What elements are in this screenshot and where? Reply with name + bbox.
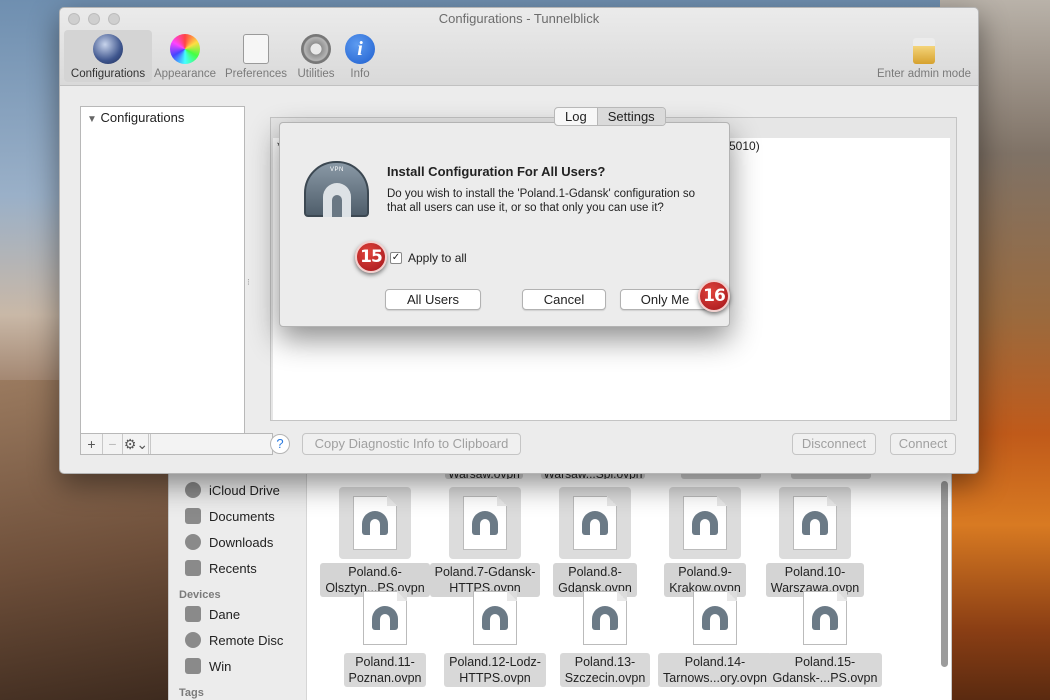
configurations-list[interactable]: ▼ Configurations [80,106,245,436]
dialog-message: Do you wish to install the 'Poland.1-Gda… [387,188,696,214]
tunnelblick-vpn-icon: VPN [304,161,369,217]
file-item[interactable]: Poland.6- Olsztyn...PS.ovpn [315,487,435,597]
window-title: Configurations - Tunnelblick [438,11,600,26]
file-item[interactable]: Poland.11- Poznan.ovpn [325,587,445,687]
log-text-end: 5010) [729,139,760,153]
light-switch-icon [243,34,269,64]
admin-mode-button[interactable]: Enter admin mode [872,30,976,82]
vpn-file-icon [793,496,837,550]
globe-icon [93,34,123,64]
toolbar-configurations[interactable]: Configurations [64,30,152,82]
vpn-file-icon [353,496,397,550]
file-item[interactable]: Poland.15- Gdansk-...PS.ovpn [765,587,885,687]
remove-button[interactable]: − [103,434,123,454]
list-actions-bar: + − ⚙⌄ [80,433,273,455]
file-item[interactable]: Poland.8- Gdansk.ovpn [535,487,655,597]
split-handle[interactable]: ⁝ [247,277,251,287]
tab-log[interactable]: Log [555,108,597,125]
file-item[interactable]: Poland.13- Szczecin.ovpn [545,587,665,687]
configurations-folder[interactable]: ▼ Configurations [81,107,244,128]
step-badge-15: 15 [355,241,387,273]
toolbar-preferences[interactable]: Preferences [222,30,290,82]
download-icon [185,534,201,550]
only-me-button[interactable]: Only Me [620,289,710,310]
disk-icon [185,658,201,674]
help-button[interactable]: ? [270,434,290,454]
tab-settings[interactable]: Settings [596,108,665,125]
toolbar-utilities[interactable]: Utilities [294,30,338,82]
finder-file-grid: Warsaw.ovpn Warsaw...Spl.ovpn Poland.6- O… [315,471,937,700]
cloud-icon [185,482,201,498]
color-wheel-icon [170,34,200,64]
vpn-file-icon [463,496,507,550]
toolbar-appearance[interactable]: Appearance [152,30,218,82]
gear-icon: ⚙⌄ [124,434,150,454]
file-item[interactable]: Poland.12-Lodz- HTTPS.ovpn [435,587,555,687]
vpn-file-icon [693,591,737,645]
finder-scrollbar[interactable] [941,481,948,667]
finder-sidebar: iCloud Drive Documents Downloads Recents… [169,471,307,700]
recents-icon [185,560,201,576]
disc-icon [185,632,201,648]
lock-icon [913,38,935,64]
install-configuration-dialog: VPN Install Configuration For All Users?… [279,122,730,327]
file-item[interactable]: Poland.7-Gdansk- HTTPS.ovpn [425,487,545,597]
all-users-button[interactable]: All Users [385,289,481,310]
file-item[interactable]: Poland.14- Tarnows...ory.ovpn [655,587,775,687]
apply-to-all-checkbox[interactable]: ✓ Apply to all [390,251,467,265]
file-item[interactable]: Poland.10- Warszawa.ovpn [755,487,875,597]
finder-device-win[interactable]: Win [169,653,306,679]
connect-button[interactable]: Connect [890,433,956,455]
apply-to-all-label: Apply to all [408,251,467,265]
disconnect-button[interactable]: Disconnect [792,433,876,455]
vpn-file-icon [573,496,617,550]
finder-device-remote-disc[interactable]: Remote Disc [169,627,306,653]
step-badge-16: 16 [698,280,730,312]
toolbar-info[interactable]: i Info [342,30,378,82]
window-titlebar: Configurations - Tunnelblick Configurati… [60,8,978,86]
devices-header: Devices [179,589,221,601]
checkbox-check-icon[interactable]: ✓ [390,252,402,264]
gear-icon [301,34,331,64]
vpn-file-icon [683,496,727,550]
dialog-title: Install Configuration For All Users? [387,164,606,179]
tags-header: Tags [179,687,204,699]
info-icon: i [345,34,375,64]
finder-item-downloads[interactable]: Downloads [169,529,306,555]
bottom-bar: ? Copy Diagnostic Info to Clipboard Disc… [270,433,958,457]
finder-item-recents[interactable]: Recents [169,555,306,581]
vpn-file-icon [803,591,847,645]
finder-item-icloud[interactable]: iCloud Drive [169,477,306,503]
vpn-file-icon [583,591,627,645]
finder-item-documents[interactable]: Documents [169,503,306,529]
finder-device-dane[interactable]: Dane [169,601,306,627]
vpn-file-icon [363,591,407,645]
tab-bar: Log Settings [554,107,666,126]
file-item[interactable]: Poland.9- Krakow.ovpn [645,487,765,597]
finder-window: iCloud Drive Documents Downloads Recents… [168,470,952,700]
documents-icon [185,508,201,524]
vpn-file-icon [473,591,517,645]
copy-diagnostic-button[interactable]: Copy Diagnostic Info to Clipboard [302,433,521,455]
cancel-button[interactable]: Cancel [522,289,606,310]
gear-menu-button[interactable]: ⚙⌄ [123,434,151,454]
disk-icon [185,606,201,622]
add-button[interactable]: + [81,434,103,454]
disclosure-triangle-icon[interactable]: ▼ [87,114,97,125]
